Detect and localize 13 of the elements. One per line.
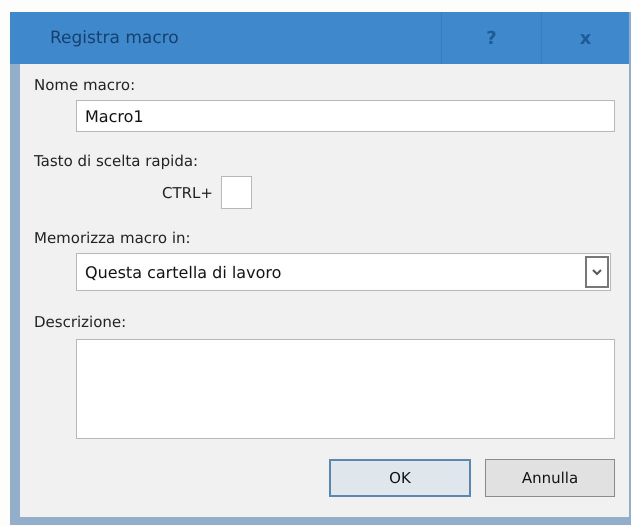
field-label: Memorizza macro in: — [34, 229, 191, 247]
chevron-down-icon — [585, 256, 609, 288]
cancel-button[interactable]: Annulla — [485, 459, 615, 497]
field-label: Descrizione: — [34, 313, 126, 331]
shortcut-prefix: CTRL+ — [162, 184, 213, 202]
description-field[interactable] — [76, 339, 615, 439]
shortcut-key-field[interactable] — [220, 176, 252, 209]
window-title: Registra macro — [49, 28, 180, 48]
field-label: Nome macro: — [34, 76, 136, 94]
ok-button[interactable]: OK — [329, 459, 471, 497]
store-in-dropdown[interactable]: Questa cartella di lavoro — [76, 253, 611, 291]
field-label: Tasto di scelta rapida: — [34, 152, 198, 170]
macro-name-field[interactable]: Macro1 — [76, 100, 615, 132]
